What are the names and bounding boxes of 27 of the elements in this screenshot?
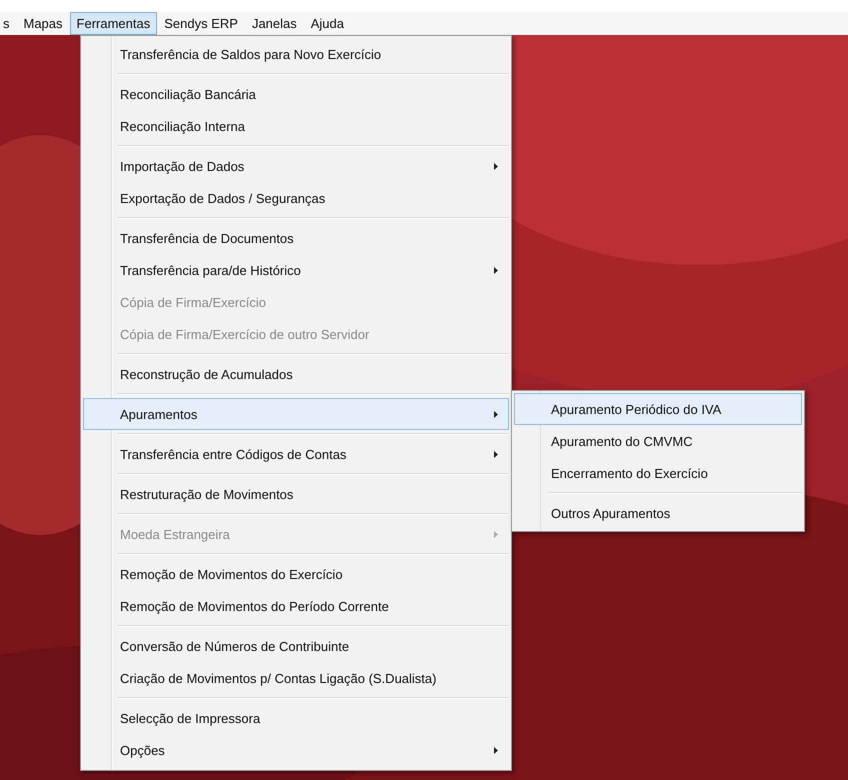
menu-item[interactable]: Remoção de Movimentos do Exercício bbox=[83, 558, 509, 590]
menu-item[interactable]: Restruturação de Movimentos bbox=[83, 478, 509, 510]
menu-item[interactable]: Exportação de Dados / Seguranças bbox=[83, 182, 509, 214]
menu-item[interactable]: Importação de Dados bbox=[83, 150, 509, 182]
menu-item[interactable]: Encerramento do Exercício bbox=[514, 457, 802, 489]
menu-item[interactable]: Opções bbox=[83, 734, 509, 766]
menu-item[interactable]: Criação de Movimentos p/ Contas Ligação (S.Dualista) bbox=[83, 662, 509, 694]
menu-item[interactable]: Transferência entre Códigos de Contas bbox=[83, 438, 509, 470]
menu-bar-item[interactable]: s bbox=[0, 12, 16, 35]
menu-item[interactable]: Transferência para/de Histórico bbox=[83, 254, 509, 286]
menu-item[interactable]: Reconstrução de Acumulados bbox=[83, 358, 509, 390]
menu-bar-item[interactable]: Janelas bbox=[244, 12, 304, 35]
menu-item[interactable]: Outros Apuramentos bbox=[514, 497, 802, 529]
menu-item[interactable]: Transferência de Saldos para Novo Exercício bbox=[83, 38, 509, 70]
menu-item[interactable]: Reconciliação Bancária bbox=[83, 78, 509, 110]
menu-item[interactable]: Reconciliação Interna bbox=[83, 110, 509, 142]
menu-item[interactable]: Remoção de Movimentos do Período Corrente bbox=[83, 590, 509, 622]
menu-bar-item[interactable]: Sendys ERP bbox=[157, 12, 245, 35]
menu-item[interactable]: Apuramentos bbox=[83, 398, 509, 430]
menu-bar-item[interactable]: Ajuda bbox=[304, 12, 351, 35]
menu-item[interactable]: Apuramento do CMVMC bbox=[514, 425, 802, 457]
menu-item[interactable]: Transferência de Documentos bbox=[83, 222, 509, 254]
menu-bar-item[interactable]: Ferramentas bbox=[70, 12, 158, 35]
menu-item[interactable]: Selecção de Impressora bbox=[83, 702, 509, 734]
menu-bar-item[interactable]: Mapas bbox=[16, 12, 70, 35]
menu-item[interactable]: Conversão de Números de Contribuinte bbox=[83, 630, 509, 662]
menu-item[interactable]: Apuramento Periódico do IVA bbox=[514, 393, 802, 425]
